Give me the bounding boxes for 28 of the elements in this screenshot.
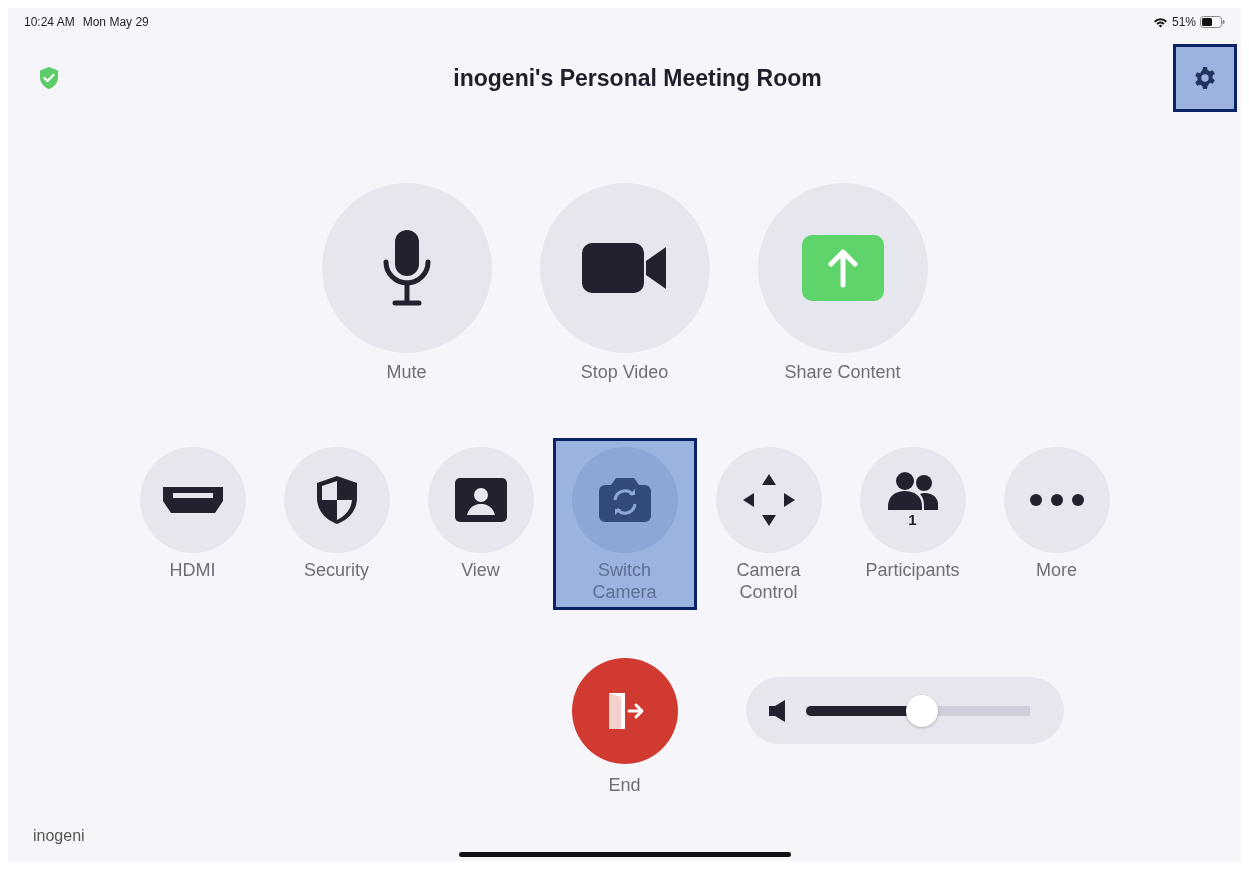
- control-button[interactable]: 1 Participants: [840, 438, 985, 610]
- control-button[interactable]: More: [984, 438, 1129, 610]
- battery-icon: [1200, 16, 1225, 28]
- brand-label: inogeni: [33, 826, 86, 846]
- camera-rotate-icon: [598, 478, 651, 522]
- control-button[interactable]: Camera Control: [696, 438, 841, 610]
- settings-button[interactable]: [1173, 44, 1237, 112]
- control-button[interactable]: Security: [264, 438, 409, 610]
- speaker-icon: [767, 698, 786, 723]
- slider-thumb[interactable]: [905, 694, 938, 727]
- battery-percent: 51%: [1171, 14, 1196, 31]
- control-button[interactable]: HDMI: [120, 438, 265, 610]
- status-date: Mon May 29: [82, 14, 149, 31]
- control-button[interactable]: View: [408, 438, 553, 610]
- meeting-title: inogeni's Personal Meeting Room: [453, 63, 822, 93]
- share-upload-icon: [801, 235, 884, 301]
- portrait-frame-icon: [454, 478, 507, 522]
- people-icon: [887, 472, 938, 510]
- control-button[interactable]: Switch Camera: [552, 438, 697, 610]
- participant-count: 1: [908, 512, 917, 528]
- shield-check-icon: [38, 66, 60, 90]
- four-arrows-icon: [742, 474, 795, 526]
- wifi-icon: [1152, 16, 1168, 28]
- status-time: 10:24 AM: [24, 14, 75, 31]
- hdmi-port-icon: [162, 487, 223, 513]
- more-dots-icon: [1029, 494, 1084, 506]
- gear-icon: [1193, 66, 1217, 90]
- video-camera-icon: [581, 243, 668, 293]
